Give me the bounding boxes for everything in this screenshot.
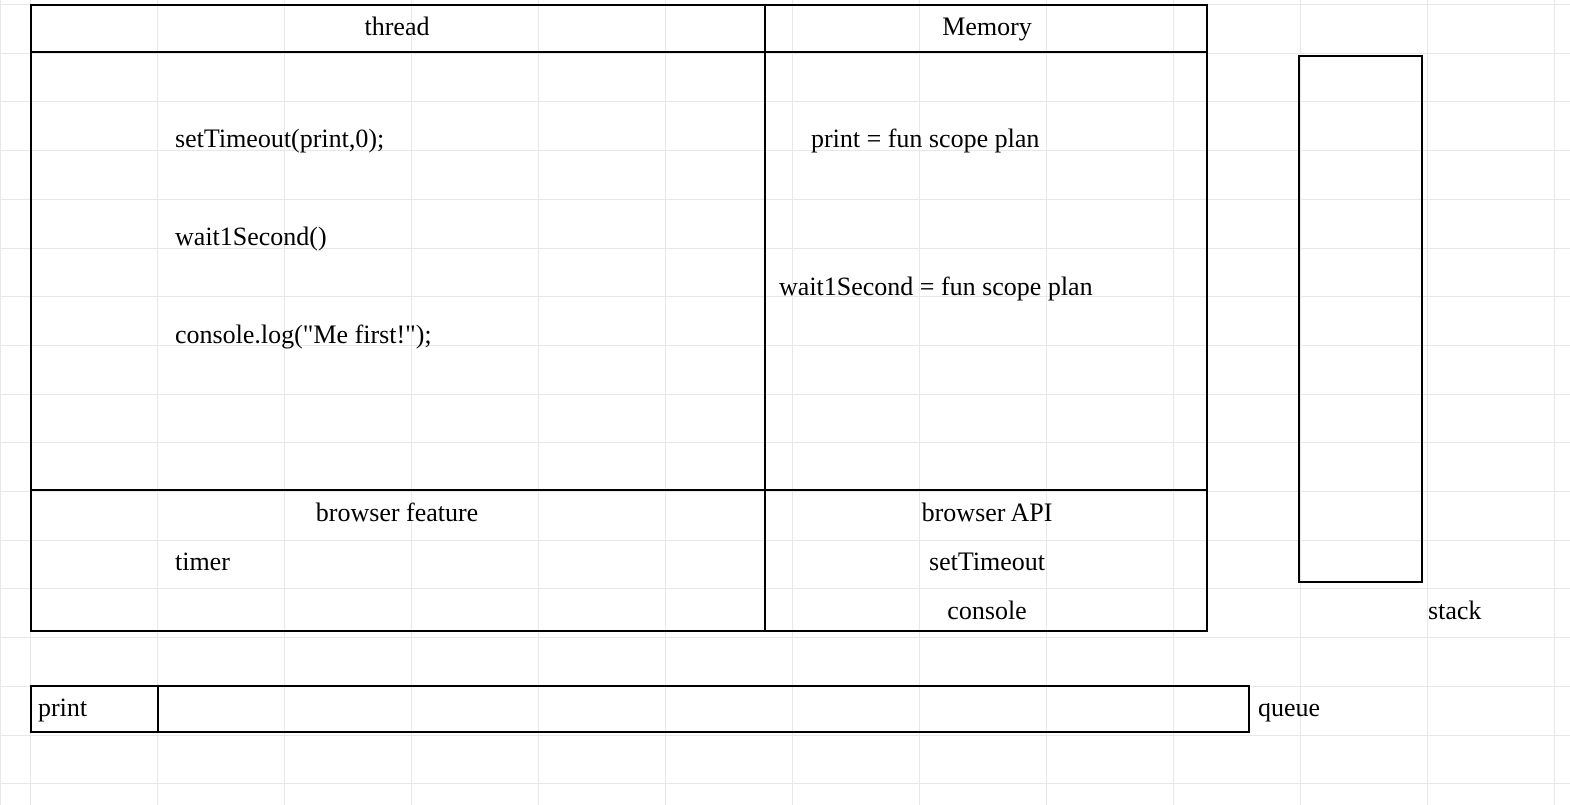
memory-line-2: wait1Second = fun scope plan bbox=[779, 272, 1093, 302]
browser-divider bbox=[30, 489, 1208, 491]
thread-header: thread bbox=[30, 12, 764, 42]
main-box bbox=[30, 4, 1208, 632]
stack-box bbox=[1298, 55, 1423, 583]
browser-feature-header: browser feature bbox=[30, 498, 764, 528]
queue-box bbox=[30, 685, 1250, 733]
browser-api-item-2: console bbox=[766, 596, 1208, 626]
diagram-overlay: thread Memory setTimeout(print,0); wait1… bbox=[0, 0, 1570, 805]
browser-api-header: browser API bbox=[766, 498, 1208, 528]
queue-label: queue bbox=[1258, 693, 1320, 723]
browser-api-item-1: setTimeout bbox=[766, 547, 1208, 577]
queue-item: print bbox=[38, 693, 87, 723]
thread-memory-divider bbox=[764, 4, 766, 632]
thread-line-2: wait1Second() bbox=[175, 222, 327, 252]
header-divider bbox=[30, 51, 1208, 53]
queue-divider bbox=[157, 685, 159, 733]
stack-label: stack bbox=[1428, 596, 1481, 626]
thread-line-3: console.log("Me first!"); bbox=[175, 320, 432, 350]
browser-feature-item: timer bbox=[175, 547, 230, 577]
thread-line-1: setTimeout(print,0); bbox=[175, 124, 384, 154]
memory-line-1: print = fun scope plan bbox=[811, 124, 1039, 154]
memory-header: Memory bbox=[766, 12, 1208, 42]
